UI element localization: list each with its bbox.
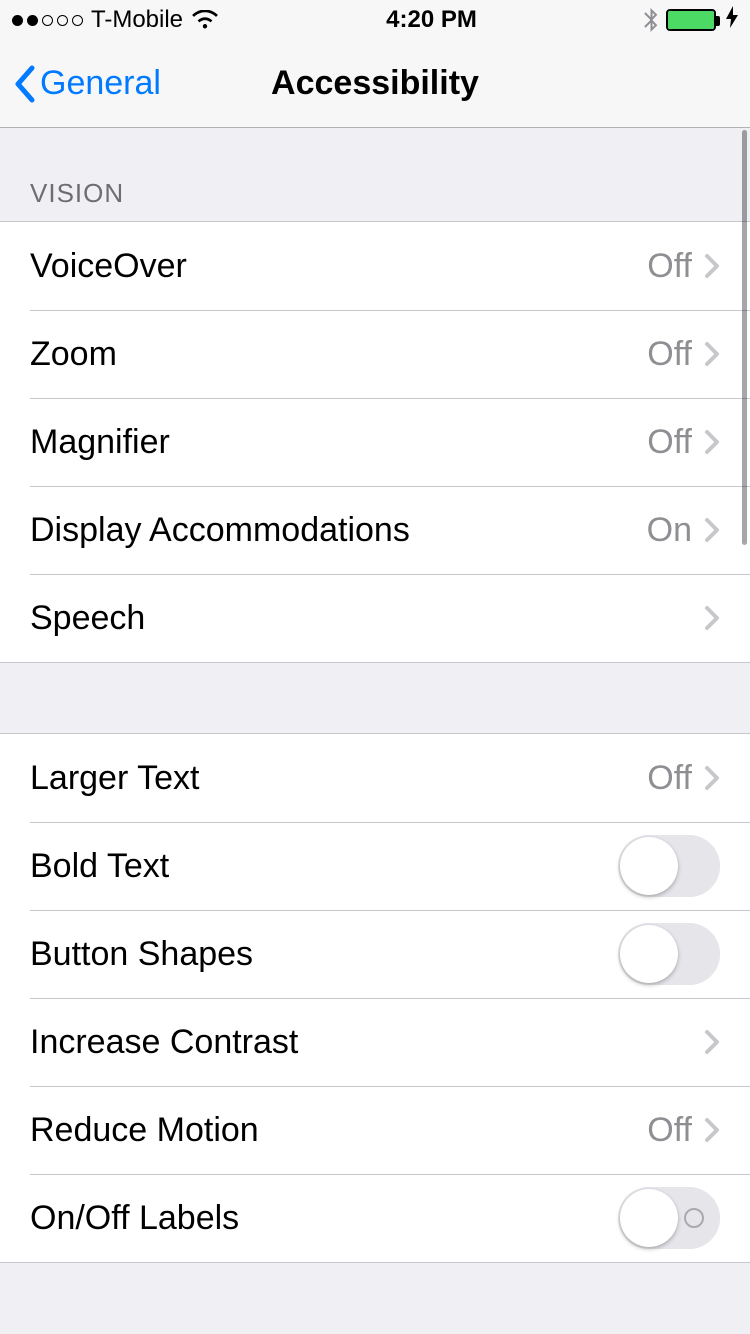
group-vision: VoiceOver Off Zoom Off Magnifier Off Dis… (0, 221, 750, 663)
row-bold-text[interactable]: Bold Text (0, 822, 750, 910)
chevron-right-icon (704, 604, 720, 632)
row-reduce-motion[interactable]: Reduce Motion Off (0, 1086, 750, 1174)
chevron-right-icon (704, 1116, 720, 1144)
bold-text-toggle[interactable] (618, 835, 720, 897)
chevron-right-icon (704, 1028, 720, 1056)
section-header-vision: VISION (0, 128, 750, 221)
row-label: Larger Text (30, 759, 647, 798)
row-value: Off (647, 1111, 692, 1150)
row-value: Off (647, 423, 692, 462)
content-scroll[interactable]: VISION VoiceOver Off Zoom Off Magnifier … (0, 128, 750, 1334)
chevron-right-icon (704, 516, 720, 544)
row-display-accommodations[interactable]: Display Accommodations On (0, 486, 750, 574)
row-voiceover[interactable]: VoiceOver Off (0, 222, 750, 310)
onoff-labels-toggle[interactable] (618, 1187, 720, 1249)
scroll-indicator (742, 130, 747, 545)
row-label: Display Accommodations (30, 511, 647, 550)
row-label: Magnifier (30, 423, 647, 462)
chevron-right-icon (704, 252, 720, 280)
row-label: Bold Text (30, 847, 618, 886)
chevron-left-icon (12, 64, 36, 104)
row-label: On/Off Labels (30, 1199, 618, 1238)
back-label: General (40, 64, 161, 103)
row-onoff-labels[interactable]: On/Off Labels (0, 1174, 750, 1262)
status-bar: T-Mobile 4:20 PM (0, 0, 750, 40)
row-button-shapes[interactable]: Button Shapes (0, 910, 750, 998)
chevron-right-icon (704, 340, 720, 368)
battery-icon (666, 9, 716, 31)
row-value: Off (647, 759, 692, 798)
row-magnifier[interactable]: Magnifier Off (0, 398, 750, 486)
row-label: Zoom (30, 335, 647, 374)
row-label: Increase Contrast (30, 1023, 704, 1062)
row-value: Off (647, 247, 692, 286)
row-label: VoiceOver (30, 247, 647, 286)
row-value: Off (647, 335, 692, 374)
row-label: Speech (30, 599, 704, 638)
row-speech[interactable]: Speech (0, 574, 750, 662)
row-value: On (647, 511, 692, 550)
back-button[interactable]: General (0, 64, 161, 104)
navigation-bar: General Accessibility (0, 40, 750, 128)
carrier-label: T-Mobile (91, 6, 183, 34)
bluetooth-icon (644, 8, 658, 32)
charging-icon (726, 6, 738, 34)
row-increase-contrast[interactable]: Increase Contrast (0, 998, 750, 1086)
chevron-right-icon (704, 428, 720, 456)
wifi-icon (191, 10, 219, 30)
row-larger-text[interactable]: Larger Text Off (0, 734, 750, 822)
status-time: 4:20 PM (386, 6, 477, 34)
row-label: Button Shapes (30, 935, 618, 974)
signal-strength-icon (12, 15, 83, 26)
row-label: Reduce Motion (30, 1111, 647, 1150)
button-shapes-toggle[interactable] (618, 923, 720, 985)
group-text-display: Larger Text Off Bold Text Button Shapes … (0, 733, 750, 1263)
chevron-right-icon (704, 764, 720, 792)
row-zoom[interactable]: Zoom Off (0, 310, 750, 398)
